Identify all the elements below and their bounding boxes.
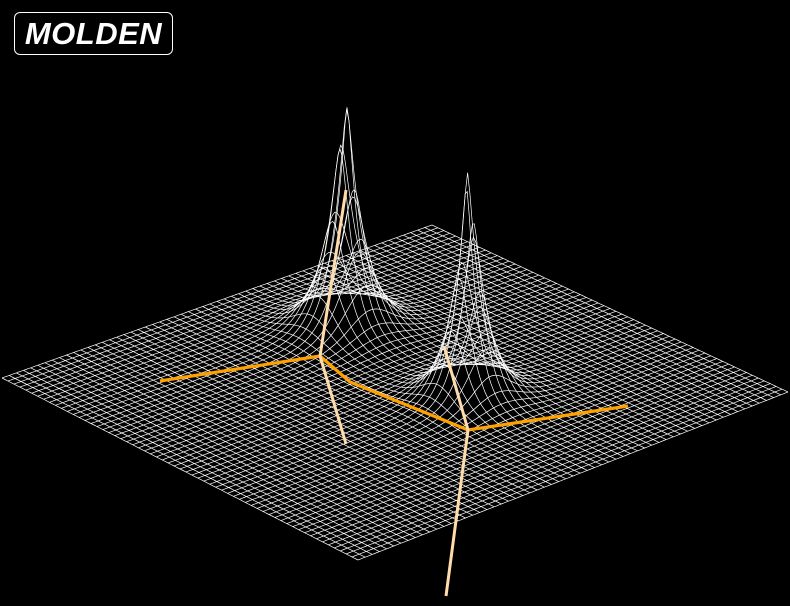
logo-text: MOLDEN	[24, 16, 163, 51]
mesh-line-u	[233, 306, 664, 497]
mesh-line-u	[221, 172, 652, 491]
mesh-line-u	[209, 313, 640, 485]
mesh-line-v	[431, 224, 789, 393]
mesh-line-v	[360, 250, 717, 421]
molden-logo: MOLDEN	[14, 12, 173, 55]
mesh-line-v	[367, 247, 724, 418]
density-surface-plot[interactable]	[0, 0, 790, 606]
mesh-line-v	[345, 255, 703, 426]
mesh-line-v	[324, 262, 681, 435]
mesh-line-v	[410, 232, 767, 401]
mesh-line-v	[417, 229, 774, 398]
mesh-line-u	[84, 144, 516, 421]
molden-viewport[interactable]: MOLDEN	[0, 0, 790, 606]
wireframe-mesh	[1, 107, 789, 561]
